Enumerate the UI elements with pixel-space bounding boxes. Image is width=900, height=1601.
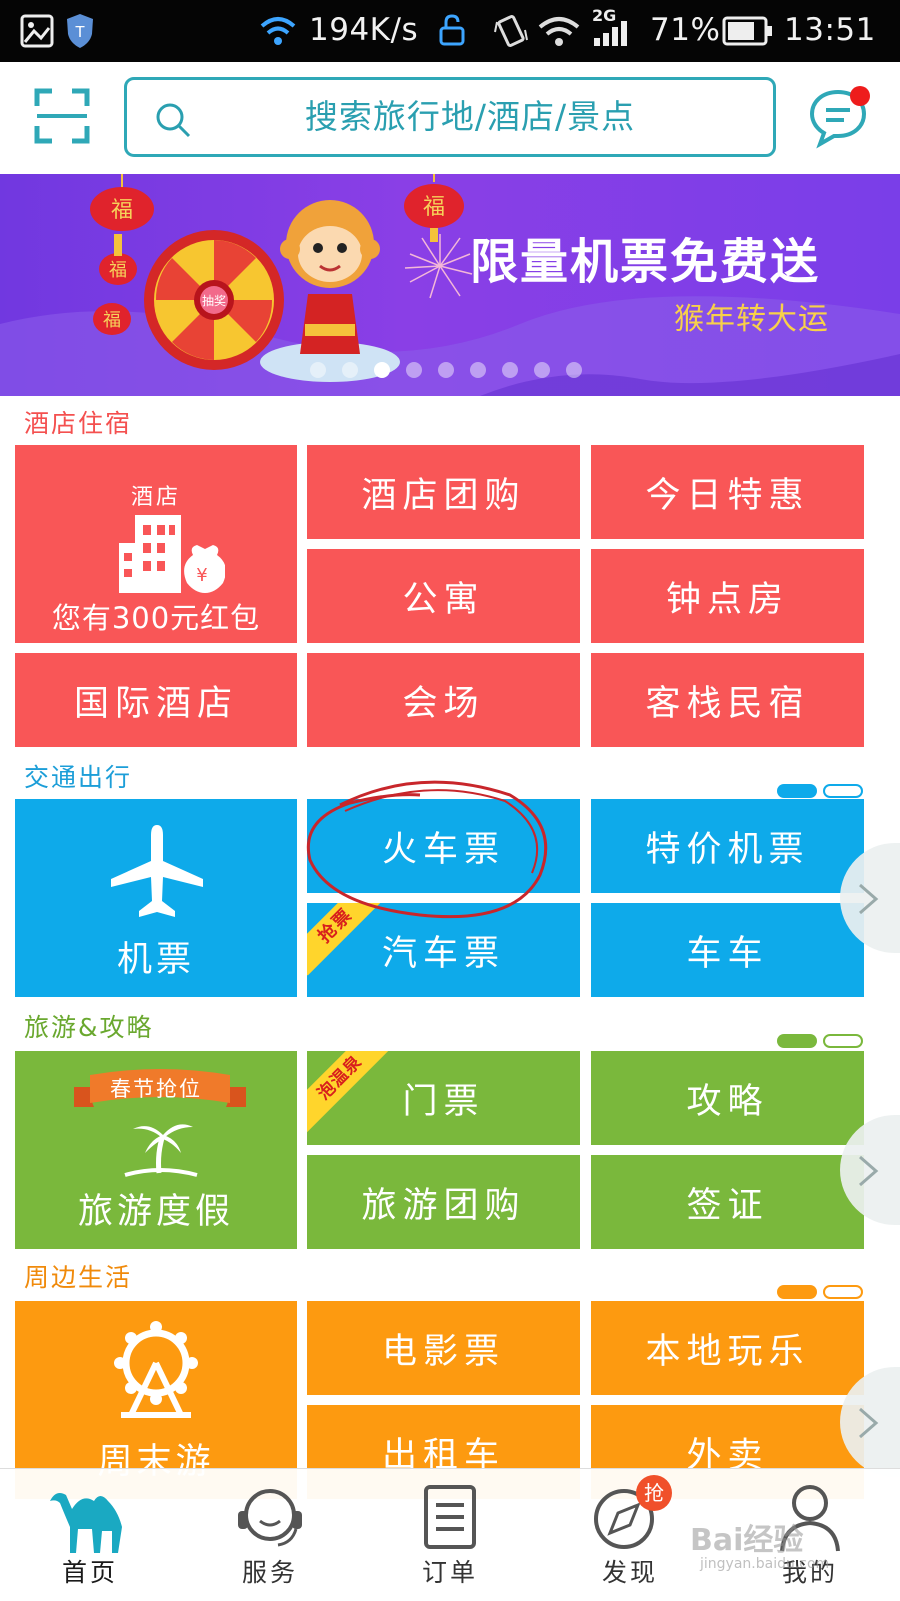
nav-orders-label: 订单 — [421, 1558, 478, 1587]
tile-visa[interactable]: 签证 — [591, 1155, 864, 1249]
banner-pager — [310, 360, 590, 380]
ferris-wheel-icon — [114, 1321, 198, 1418]
tile-inn-homestay[interactable]: 客栈民宿 — [591, 653, 864, 747]
signal-icon — [594, 21, 627, 46]
section-title-hotel: 酒店住宿 — [24, 409, 133, 438]
flight-label: 机票 — [116, 940, 195, 980]
vacation-label: 旅游度假 — [77, 1192, 234, 1232]
camel-icon — [50, 1493, 122, 1553]
nav-home-label: 首页 — [61, 1558, 118, 1587]
vacation-ribbon-label: 春节抢位 — [110, 1077, 202, 1101]
lantern-icon: 福 — [404, 174, 464, 242]
lantern-icon: 福 福 福 — [90, 174, 154, 335]
svg-text:福: 福 — [109, 260, 127, 281]
svg-text:福: 福 — [103, 310, 121, 331]
unlock-icon — [439, 14, 465, 46]
svg-text:¥: ¥ — [196, 565, 213, 586]
vibrate-icon — [494, 14, 528, 48]
tile-international-hotel[interactable]: 国际酒店 — [15, 653, 297, 747]
top-header: 搜索旅行地/酒店/景点 — [0, 62, 900, 172]
chevron-right-icon — [859, 1155, 879, 1187]
search-bar[interactable]: 搜索旅行地/酒店/景点 — [124, 77, 776, 157]
wifi-icon — [260, 17, 296, 45]
hotel-red-packet-label: 您有300元红包 — [51, 601, 261, 635]
tile-local-fun[interactable]: 本地玩乐 — [591, 1301, 864, 1395]
tile-travel-group-buy[interactable]: 旅游团购 — [307, 1155, 580, 1249]
hotel-building-icon: ¥ — [119, 515, 225, 593]
palm-tree-icon — [124, 1124, 198, 1177]
tile-flight[interactable]: 机票 — [15, 799, 297, 997]
nav-orders[interactable]: 订单 — [360, 1469, 540, 1601]
pager-dot — [374, 362, 390, 378]
battery-percent: 71% — [650, 12, 721, 48]
chevron-right-icon — [859, 883, 879, 915]
section-title-transport: 交通出行 — [24, 763, 133, 792]
pager-dot — [566, 362, 582, 378]
network-speed: 194K/s — [309, 12, 419, 48]
tile-travel-guide[interactable]: 攻略 — [591, 1051, 864, 1145]
tile-today-deals[interactable]: 今日特惠 — [591, 445, 864, 539]
chevron-right-icon — [859, 1407, 879, 1439]
scan-icon[interactable] — [34, 88, 90, 144]
highlight-circle-annotation — [306, 780, 548, 919]
nav-service-label: 服务 — [241, 1558, 298, 1587]
tile-discount-flight[interactable]: 特价机票 — [591, 799, 864, 893]
search-placeholder: 搜索旅行地/酒店/景点 — [304, 97, 636, 136]
wifi-icon — [538, 17, 580, 46]
headset-icon — [238, 1489, 302, 1547]
page-indicator — [777, 782, 865, 800]
nav-home[interactable]: 首页 — [0, 1469, 180, 1601]
tile-car-rental[interactable]: 车车 — [591, 903, 864, 997]
hot-spring-tag: 泡温泉 — [307, 1051, 396, 1134]
pager-dot — [502, 362, 518, 378]
section-title-travel: 旅游&攻略 — [24, 1013, 154, 1042]
pager-dot — [406, 362, 422, 378]
promo-banner[interactable]: 福 福 福 福 抽奖 限量机票免费送 猴年转大运 — [0, 174, 900, 396]
notification-dot — [850, 86, 870, 106]
airplane-icon — [111, 825, 203, 917]
tile-vacation[interactable]: 春节抢位 旅游度假 — [15, 1051, 297, 1249]
tile-admission-ticket[interactable]: 门票 泡温泉 — [307, 1051, 580, 1145]
svg-text:福: 福 — [423, 195, 445, 220]
svg-text:抽奖: 抽奖 — [202, 294, 226, 308]
message-icon[interactable] — [808, 84, 874, 150]
clock: 13:51 — [784, 12, 876, 48]
prize-wheel-icon: 抽奖 — [144, 230, 284, 370]
discover-badge: 抢 — [636, 1475, 672, 1511]
watermark-logo: Bai经验 — [690, 1523, 804, 1558]
banner-title: 限量机票免费送 — [470, 234, 821, 290]
status-bar: T 194K/s 2G 71% 13:51 — [0, 0, 900, 62]
tile-movie-ticket[interactable]: 电影票 — [307, 1301, 580, 1395]
pager-dot — [534, 362, 550, 378]
watermark-url: jingyan.baidu.com — [700, 1556, 830, 1572]
battery-icon — [722, 16, 772, 46]
tile-venue[interactable]: 会场 — [307, 653, 580, 747]
tile-hotel-group-buy[interactable]: 酒店团购 — [307, 445, 580, 539]
page-indicator — [777, 1032, 865, 1050]
image-icon — [20, 14, 54, 48]
svg-text:T: T — [75, 24, 85, 41]
svg-text:福: 福 — [111, 198, 133, 223]
banner-subtitle: 猴年转大运 — [674, 302, 829, 337]
pager-dot — [438, 362, 454, 378]
tile-apartment[interactable]: 公寓 — [307, 549, 580, 643]
tile-hourly-room[interactable]: 钟点房 — [591, 549, 864, 643]
section-title-nearby: 周边生活 — [24, 1263, 133, 1292]
page-indicator — [777, 1283, 865, 1301]
pager-dot — [342, 362, 358, 378]
pager-dot — [310, 362, 326, 378]
tile-hotel[interactable]: 酒店 ¥ 您有300元红包 — [15, 445, 297, 643]
nav-service[interactable]: 服务 — [180, 1469, 360, 1601]
firework-icon — [404, 234, 473, 299]
pager-dot — [470, 362, 486, 378]
order-list-icon — [424, 1485, 476, 1549]
shield-icon: T — [67, 14, 93, 48]
admission-ticket-label: 门票 — [402, 1081, 485, 1122]
